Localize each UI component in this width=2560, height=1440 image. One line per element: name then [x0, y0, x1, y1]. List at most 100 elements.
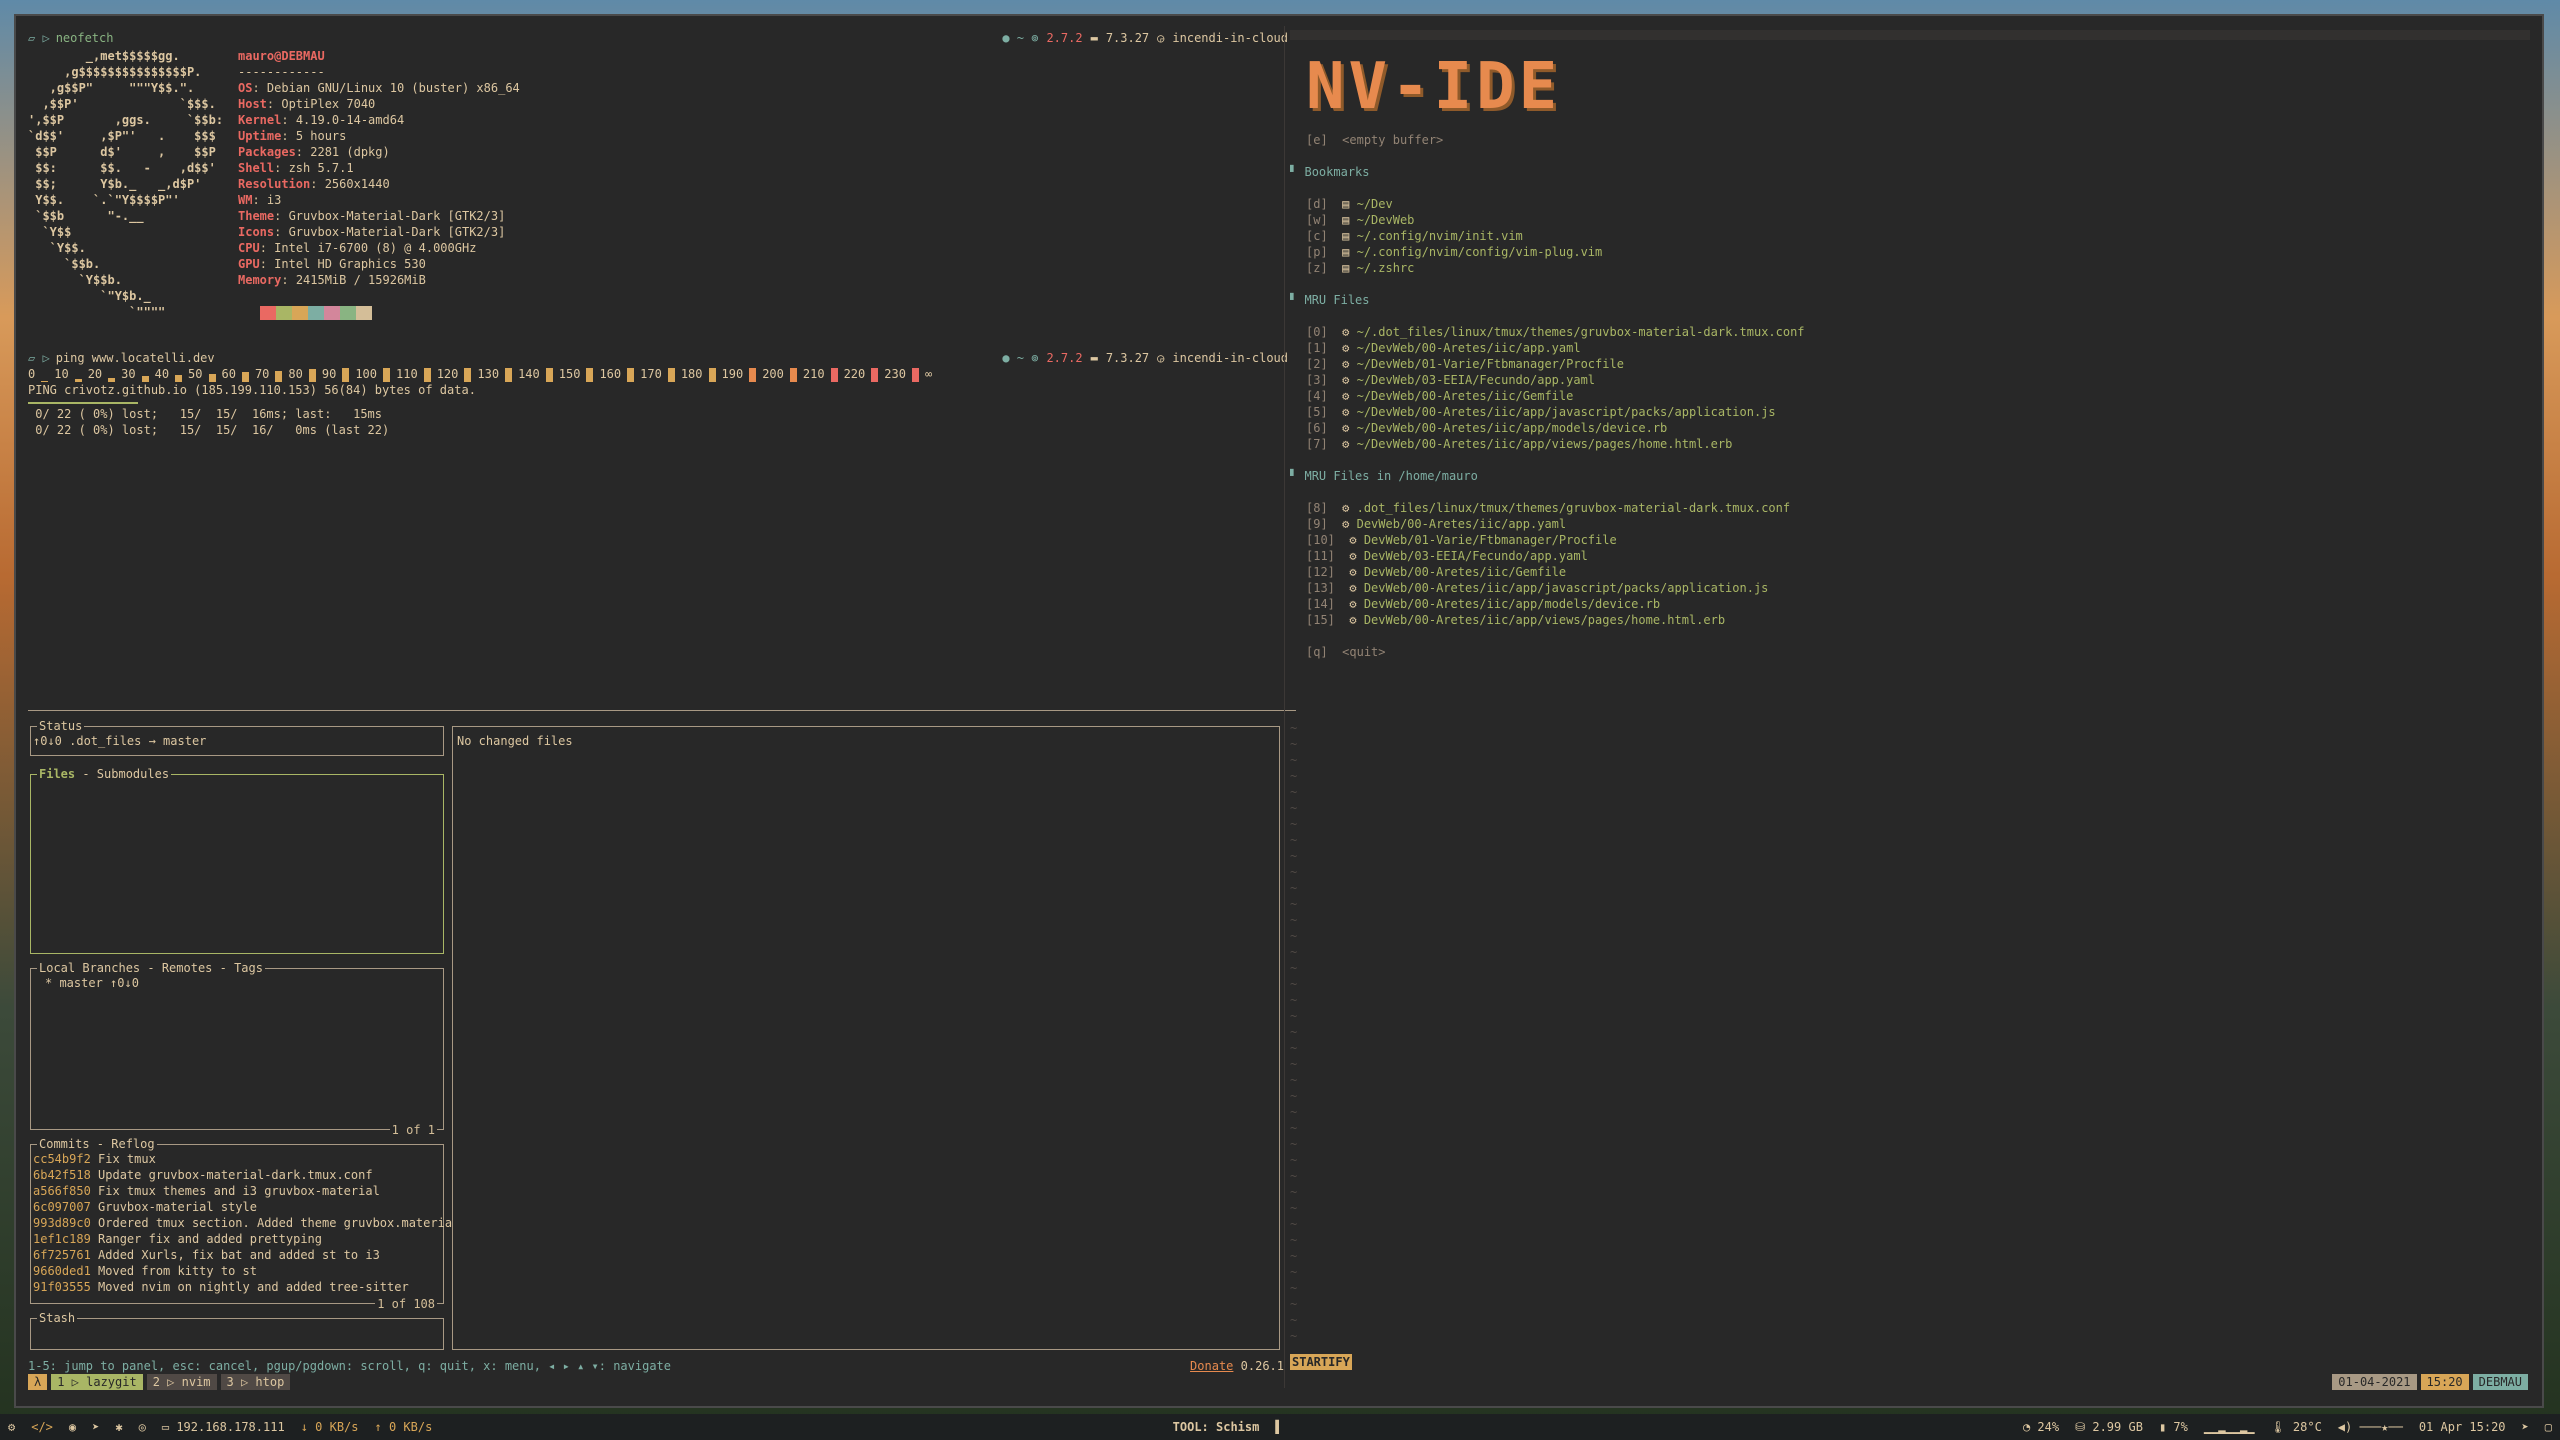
startify-entry[interactable]: [11] ⚙ DevWeb/03-EEIA/Fecundo/app.yaml — [1290, 548, 2530, 564]
commit-message: Fix tmux — [98, 1152, 156, 1166]
commit-row[interactable]: 91f03555 Moved nvim on nightly and added… — [33, 1279, 441, 1295]
info-separator: ------------ — [238, 65, 325, 79]
commit-hash: 91f03555 — [33, 1280, 91, 1294]
bug-icon[interactable]: ✱ — [107, 1419, 130, 1435]
commit-row[interactable]: 993d89c0 Ordered tmux section. Added the… — [33, 1215, 452, 1231]
file-icon: ⚙ — [1342, 373, 1350, 387]
startify-entry[interactable]: [1] ⚙ ~/DevWeb/00-Aretes/iic/app.yaml — [1290, 340, 2530, 356]
stash-panel[interactable]: Stash — [30, 1310, 444, 1350]
commits-title[interactable]: Commits - Reflog — [37, 1136, 157, 1152]
startify-entry[interactable]: [10] ⚙ DevWeb/01-Varie/Ftbmanager/Procfi… — [1290, 532, 2530, 548]
tmux-window-tab[interactable]: 3 ▷ htop — [220, 1374, 291, 1390]
info-key: Shell — [238, 161, 275, 175]
startify-entry[interactable]: [2] ⚙ ~/DevWeb/01-Varie/Ftbmanager/Procf… — [1290, 356, 2530, 372]
commit-row[interactable]: 6c097007 Gruvbox-material style — [33, 1199, 441, 1215]
quit-entry[interactable]: [q] <quit> — [1290, 644, 2530, 660]
palette-swatch — [340, 305, 356, 320]
palette-swatch — [276, 305, 292, 320]
info-row: CPU: Intel i7-6700 (8) @ 4.000GHz — [238, 241, 477, 255]
entry-key: [8] — [1306, 501, 1328, 515]
mru-section-title: ▘ MRU Files — [1290, 293, 1370, 307]
empty-line-marker: ~ — [1290, 1105, 1298, 1119]
branches-title[interactable]: Local Branches - Remotes - Tags — [37, 960, 265, 976]
commit-message: Ordered tmux section. Added theme gruvbo… — [98, 1216, 453, 1230]
stash-title[interactable]: Stash — [37, 1310, 78, 1326]
status-panel[interactable]: Status ↑0↓0 .dot_files → master — [30, 718, 444, 756]
logo-line: ,$$P' `$$$. — [28, 97, 216, 111]
color-palette — [238, 304, 520, 320]
lazygit-version: 0.26.1 — [1240, 1359, 1284, 1373]
startify-entry[interactable]: [w] ▤ ~/DevWeb — [1290, 212, 2530, 228]
startify-entry[interactable]: [13] ⚙ DevWeb/00-Aretes/iic/app/javascri… — [1290, 580, 2530, 596]
code-icon[interactable]: </> — [23, 1419, 61, 1435]
ping-latency-scale: 0 10 20 30 40 50 60 70 80 90 100 110 120 130 140 150 160… — [28, 366, 1288, 382]
startify-entry[interactable]: [c] ▤ ~/.config/nvim/init.vim — [1290, 228, 2530, 244]
scale-label: 70 — [254, 367, 270, 381]
entry-path: ~/Dev — [1356, 197, 1393, 211]
telegram-icon[interactable]: ➤ — [84, 1419, 107, 1435]
files-tab[interactable]: Files — [39, 767, 75, 781]
upload-speed: ↑ 0 KB/s — [374, 1420, 433, 1434]
commit-row[interactable]: 1ef1c189 Ranger fix and added prettyping — [33, 1231, 441, 1247]
entry-path: DevWeb/00-Aretes/iic/app/models/device.r… — [1363, 597, 1661, 611]
files-panel[interactable]: Files - Submodules — [30, 766, 444, 954]
ip-address: 192.168.178.111 — [176, 1420, 285, 1434]
commit-hash: 6c097007 — [33, 1200, 91, 1214]
empty-buffer-entry[interactable]: [e] <empty buffer> — [1290, 132, 2530, 148]
startify-entry[interactable]: [6] ⚙ ~/DevWeb/00-Aretes/iic/app/models/… — [1290, 420, 2530, 436]
branch-item[interactable]: * master ↑0↓0 — [45, 975, 429, 991]
volume-icon[interactable]: ◀) ───★── — [2330, 1419, 2411, 1435]
startify-entry[interactable]: [p] ▤ ~/.config/nvim/config/vim-plug.vim — [1290, 244, 2530, 260]
main-panel[interactable]: No changed files — [452, 726, 1280, 1350]
info-row: Theme: Gruvbox-Material-Dark [GTK2/3] — [238, 209, 506, 223]
donate-link[interactable]: Donate — [1190, 1359, 1233, 1373]
folder-icon: ▘ — [1290, 469, 1298, 483]
tray-send-icon[interactable]: ➤ — [2514, 1419, 2537, 1435]
network-icon: ▭ 192.168.178.111 — [161, 1420, 285, 1434]
commit-message: Ranger fix and added prettyping — [98, 1232, 322, 1246]
commit-row[interactable]: a566f850 Fix tmux themes and i3 gruvbox-… — [33, 1183, 441, 1199]
entry-key: [d] — [1306, 197, 1328, 211]
logo-line: Y$$. `.`"Y$$$$P"' — [28, 193, 180, 207]
startify-entry[interactable]: [9] ⚙ DevWeb/00-Aretes/iic/app.yaml — [1290, 516, 2530, 532]
info-row: Host: OptiPlex 7040 — [238, 97, 376, 111]
nvim-tabline — [1290, 30, 2530, 40]
ping-stats-line: 0/ 22 ( 0%) lost; 15/ 15/ 16/ 0ms (last … — [28, 423, 390, 437]
startify-entry[interactable]: [4] ⚙ ~/DevWeb/00-Aretes/iic/Gemfile — [1290, 388, 2530, 404]
browser-icon[interactable]: ◉ — [61, 1419, 84, 1435]
tray-window-icon[interactable]: ▢ — [2537, 1419, 2560, 1435]
commit-row[interactable]: 9660ded1 Moved from kitty to st — [33, 1263, 441, 1279]
branches-panel[interactable]: Local Branches - Remotes - Tags * master… — [30, 960, 444, 1138]
entry-key: [12] — [1306, 565, 1335, 579]
commit-row[interactable]: 6f725761 Added Xurls, fix bat and added … — [33, 1247, 441, 1263]
logo-line: `Y$$. — [28, 241, 86, 255]
empty-line-marker: ~ — [1290, 961, 1298, 975]
startify-entry[interactable]: [3] ⚙ ~/DevWeb/03-EEIA/Fecundo/app.yaml — [1290, 372, 2530, 388]
startify-entry[interactable]: [7] ⚙ ~/DevWeb/00-Aretes/iic/app/views/p… — [1290, 436, 2530, 452]
submodules-tab[interactable]: - Submodules — [75, 767, 169, 781]
empty-line-marker: ~ — [1290, 1297, 1298, 1311]
status-title: Status — [37, 718, 85, 734]
startify-entry[interactable]: [15] ⚙ DevWeb/00-Aretes/iic/app/views/pa… — [1290, 612, 2530, 628]
startify-entry[interactable]: [5] ⚙ ~/DevWeb/00-Aretes/iic/app/javascr… — [1290, 404, 2530, 420]
commit-row[interactable]: cc54b9f2 Fix tmux — [33, 1151, 441, 1167]
mem-graph: ▁▁▂▁▁▂▁ — [2203, 1420, 2255, 1434]
startify-entry[interactable]: [8] ⚙ .dot_files/linux/tmux/themes/gruvb… — [1290, 500, 2530, 516]
steam-icon[interactable]: ◎ — [131, 1419, 154, 1435]
scale-label: 140 — [518, 367, 540, 381]
tmux-window-tab[interactable]: 1 ▷ lazygit — [51, 1374, 143, 1390]
startify-entry[interactable]: [14] ⚙ DevWeb/00-Aretes/iic/app/models/d… — [1290, 596, 2530, 612]
commits-panel[interactable]: Commits - Reflog cc54b9f2 Fix tmux 6b42f5… — [30, 1136, 452, 1312]
entry-path: DevWeb/01-Varie/Ftbmanager/Procfile — [1363, 533, 1617, 547]
startify-entry[interactable]: [12] ⚙ DevWeb/00-Aretes/iic/Gemfile — [1290, 564, 2530, 580]
settings-icon[interactable]: ⚙ — [0, 1419, 23, 1435]
startify-entry[interactable]: [0] ⚙ ~/.dot_files/linux/tmux/themes/gru… — [1290, 324, 2530, 340]
startify-entry[interactable]: [z] ▤ ~/.zshrc — [1290, 260, 2530, 276]
tmux-window-tab[interactable]: 2 ▷ nvim — [146, 1374, 217, 1390]
file-icon: ⚙ — [1349, 549, 1357, 563]
startify-entry[interactable]: [d] ▤ ~/Dev — [1290, 196, 2530, 212]
commit-row[interactable]: 6b42f518 Update gruvbox-material-dark.tm… — [33, 1167, 441, 1183]
entry-key: [13] — [1306, 581, 1335, 595]
info-value: zsh 5.7.1 — [288, 161, 354, 175]
latency-bar — [464, 368, 472, 382]
